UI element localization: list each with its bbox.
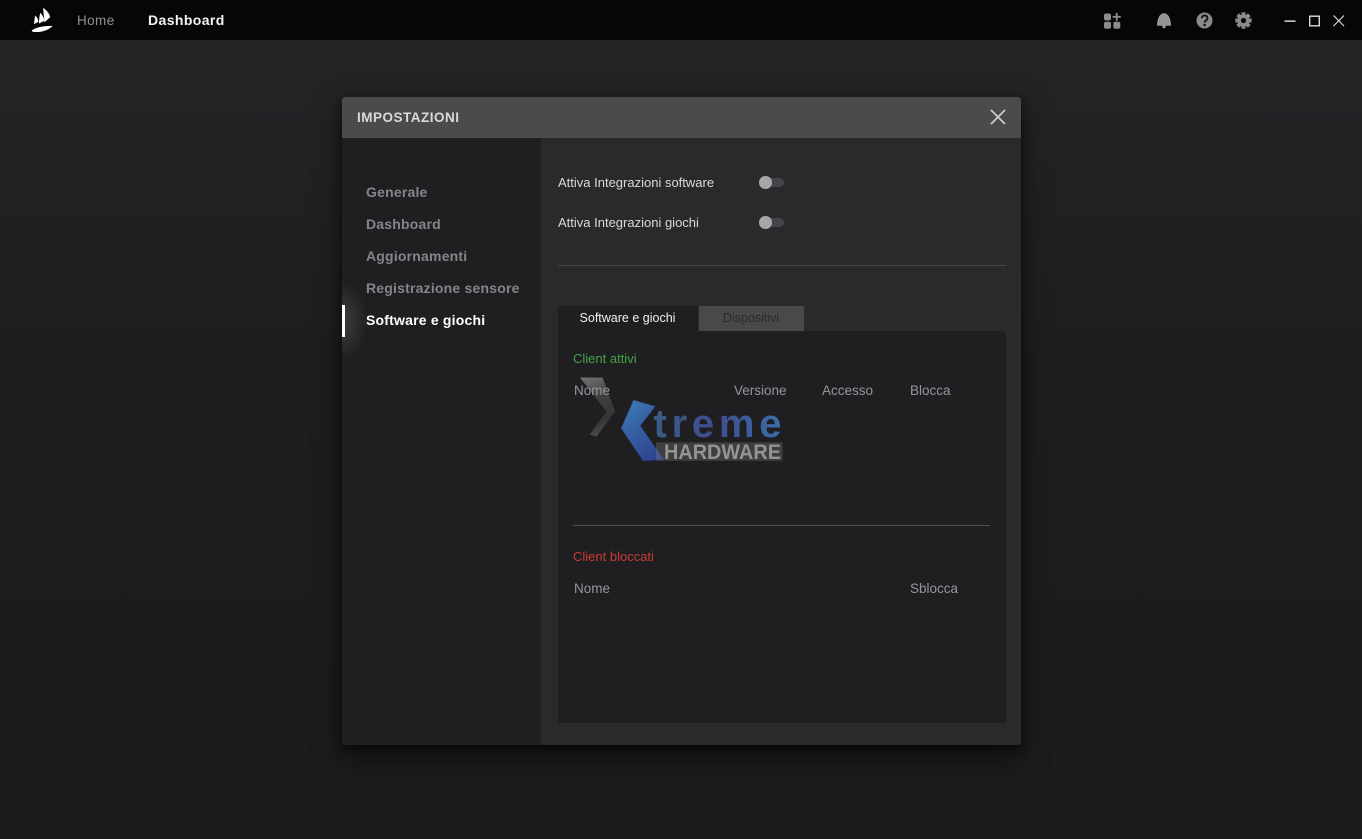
svg-text:HARDWARE: HARDWARE [664, 441, 781, 464]
svg-text:treme: treme [654, 402, 782, 446]
